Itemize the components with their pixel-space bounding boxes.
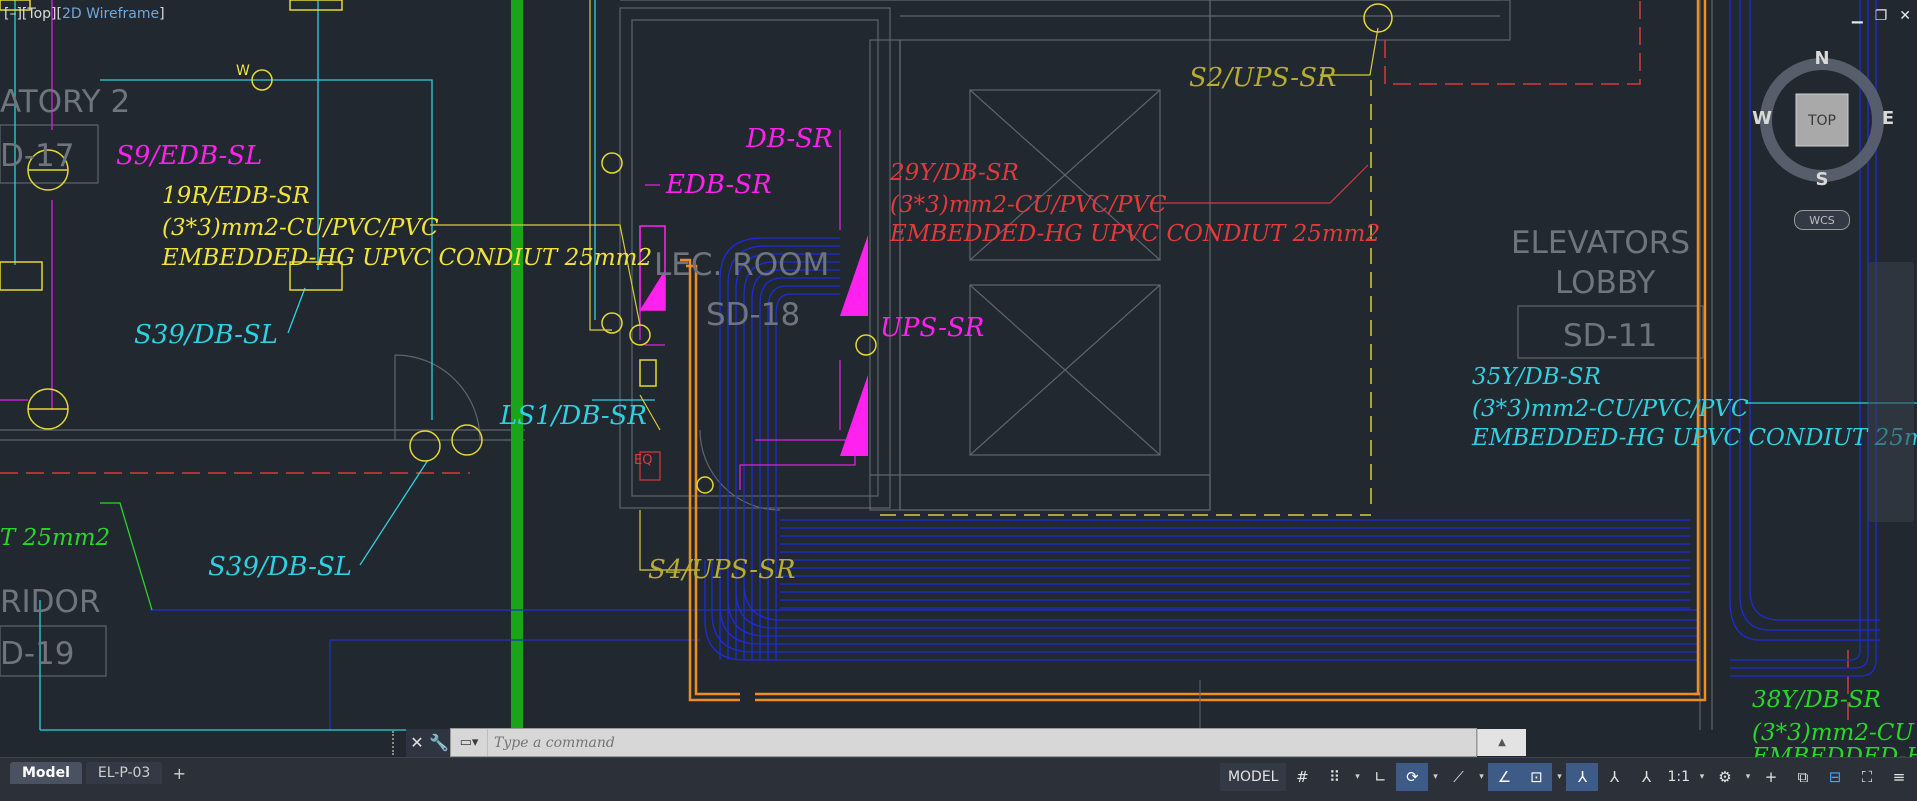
- drawing-svg[interactable]: ATORY 2 D-17 LEC. ROOM SD-18 ELEVATORS L…: [0, 0, 1917, 800]
- compass-east[interactable]: E: [1882, 108, 1894, 129]
- label-cable-2: (3*3)mm2-CU/PVC/PVC: [890, 192, 1167, 218]
- label-ups-sr: UPS-SR: [880, 313, 984, 343]
- conduit-bundle: [150, 0, 1880, 730]
- drawing-canvas[interactable]: ATORY 2 D-17 LEC. ROOM SD-18 ELEVATORS L…: [0, 0, 1917, 800]
- yellow-dashed: [880, 80, 1372, 516]
- wcs-menu[interactable]: WCS: [1794, 210, 1850, 230]
- label-conduit-3: EMBEDDED-HG UPVC CONDIUT 25mm2: [1471, 425, 1917, 451]
- orange-cable: [680, 0, 1707, 702]
- workspace-gear-icon[interactable]: ⚙: [1709, 763, 1741, 791]
- label-db-sr: DB-SR: [745, 124, 833, 154]
- label-29y: 29Y/DB-SR: [889, 160, 1019, 186]
- vp-visual-style[interactable]: 2D Wireframe: [62, 6, 159, 22]
- polar-dropdown-icon[interactable]: ▾: [1428, 763, 1442, 791]
- label-s2: S2/UPS-SR: [1189, 63, 1336, 93]
- compass-south[interactable]: S: [1816, 169, 1829, 190]
- object-tracking-icon[interactable]: ⊡: [1520, 763, 1553, 791]
- viewport-controls[interactable]: [–][Top][2D Wireframe]: [4, 6, 165, 22]
- label-eq: EQ: [634, 453, 652, 468]
- annotation-scale-value[interactable]: 1:1: [1662, 763, 1695, 791]
- annotation-monitor-icon[interactable]: +: [1755, 763, 1787, 791]
- command-customize-icon[interactable]: 🔧: [428, 728, 450, 757]
- label-conduit-part: T 25mm2: [0, 525, 110, 551]
- status-bar: Model EL-P-03 + MODEL # ⠿ ▾ ∟ ⟳ ▾ ⟋ ▾ ∠ …: [0, 757, 1917, 801]
- red-dashed: [0, 0, 1849, 720]
- compass-west[interactable]: W: [1752, 108, 1772, 129]
- tab-model[interactable]: Model: [10, 762, 82, 784]
- room-corridor-code: D-19: [0, 636, 75, 672]
- grid-icon[interactable]: #: [1286, 763, 1318, 791]
- command-grip-handle[interactable]: [392, 730, 402, 755]
- close-button[interactable]: ✕: [1899, 8, 1911, 24]
- status-tools: MODEL # ⠿ ▾ ∟ ⟳ ▾ ⟋ ▾ ∠ ⊡ ▾ ⅄ ⅄ ⅄ 1:1 ▾ …: [1219, 762, 1915, 792]
- label-35y: 35Y/DB-SR: [1472, 364, 1601, 390]
- viewcube-face[interactable]: TOP: [1807, 113, 1836, 129]
- green-column: [511, 0, 523, 730]
- room-elevators-code: SD-11: [1563, 318, 1657, 354]
- label-s9: S9/EDB-SL: [116, 141, 262, 171]
- command-input-wrap: ▭▾: [450, 728, 1477, 757]
- polar-tracking-icon[interactable]: ⟳: [1396, 763, 1429, 791]
- compass-north[interactable]: N: [1814, 48, 1829, 69]
- green-leader: [100, 502, 153, 611]
- isodraft-dropdown-icon[interactable]: ▾: [1474, 763, 1488, 791]
- vp-bracket: ][: [51, 6, 62, 22]
- annotation-scale-icon[interactable]: ⅄: [1630, 763, 1662, 791]
- command-line: ✕ 🔧 ▭▾ ▲: [392, 728, 1526, 757]
- room-elevators-1: ELEVATORS: [1511, 225, 1690, 261]
- recent-commands-icon[interactable]: ▭▾: [451, 729, 488, 756]
- snap-dropdown-icon[interactable]: ▾: [1350, 763, 1364, 791]
- label-conduit-1: EMBEDDED-HG UPVC CONDIUT 25mm2: [161, 245, 652, 271]
- room-corridor: RIDOR: [0, 584, 101, 620]
- label-w: W: [236, 63, 250, 79]
- vp-view[interactable]: Top: [27, 6, 51, 22]
- label-19r: 19R/EDB-SR: [162, 183, 310, 209]
- label-cable-4: (3*3)mm2-CU: [1752, 720, 1915, 746]
- ortho-icon[interactable]: ∟: [1364, 763, 1396, 791]
- command-input[interactable]: [488, 729, 1476, 756]
- label-ls1: LS1/DB-SR: [499, 401, 647, 431]
- workspace-dropdown-icon[interactable]: ▾: [1741, 763, 1755, 791]
- minimize-button[interactable]: ▁: [1852, 8, 1863, 24]
- isolate-objects-icon[interactable]: ⧉: [1787, 763, 1819, 791]
- room-elec: LEC. ROOM: [654, 247, 829, 283]
- vp-bracket: ]: [159, 6, 165, 22]
- label-conduit-2: EMBEDDED-HG UPVC CONDIUT 25mm2: [889, 221, 1380, 247]
- room-elevators-2: LOBBY: [1555, 265, 1655, 301]
- navigation-bar[interactable]: [1868, 262, 1914, 522]
- room-lab: ATORY 2: [0, 84, 130, 120]
- label-edb-sr: EDB-SR: [665, 170, 772, 200]
- tab-el-p-03[interactable]: EL-P-03: [85, 762, 163, 784]
- annotation-visibility-icon[interactable]: ⅄: [1566, 763, 1599, 791]
- room-lab-code: D-17: [0, 138, 75, 174]
- label-cable-1: (3*3)mm2-CU/PVC/PVC: [162, 215, 439, 241]
- command-close-icon[interactable]: ✕: [406, 728, 428, 757]
- clean-screen-icon[interactable]: ⛶: [1851, 763, 1883, 791]
- isodraft-icon[interactable]: ⟋: [1442, 763, 1474, 791]
- hardware-acceleration-icon[interactable]: ⊟: [1819, 763, 1851, 791]
- osnap-dropdown-icon[interactable]: ▾: [1552, 763, 1566, 791]
- label-cable-3: (3*3)mm2-CU/PVC/PVC: [1472, 396, 1749, 422]
- scale-dropdown-icon[interactable]: ▾: [1695, 763, 1709, 791]
- vp-bracket: ][: [16, 6, 28, 22]
- model-space-button[interactable]: MODEL: [1219, 763, 1287, 791]
- layout-tabs: Model EL-P-03 +: [10, 762, 192, 784]
- add-layout-icon[interactable]: +: [166, 762, 192, 784]
- command-history-toggle[interactable]: ▲: [1477, 729, 1526, 756]
- label-s39-a: S39/DB-SL: [134, 320, 278, 350]
- label-s39-b: S39/DB-SL: [208, 552, 352, 582]
- object-snap-icon[interactable]: ∠: [1488, 763, 1521, 791]
- snap-icon[interactable]: ⠿: [1318, 763, 1350, 791]
- restore-button[interactable]: ❐: [1875, 8, 1888, 24]
- viewcube[interactable]: TOP N S E W: [1752, 48, 1894, 190]
- label-38y: 38Y/DB-SR: [1752, 687, 1881, 713]
- annotation-autoscale-icon[interactable]: ⅄: [1598, 763, 1630, 791]
- window-controls: ▁ ❐ ✕: [1852, 8, 1911, 24]
- customization-menu-icon[interactable]: ≡: [1883, 763, 1915, 791]
- room-elec-code: SD-18: [706, 297, 800, 333]
- label-s4: S4/UPS-SR: [648, 555, 795, 585]
